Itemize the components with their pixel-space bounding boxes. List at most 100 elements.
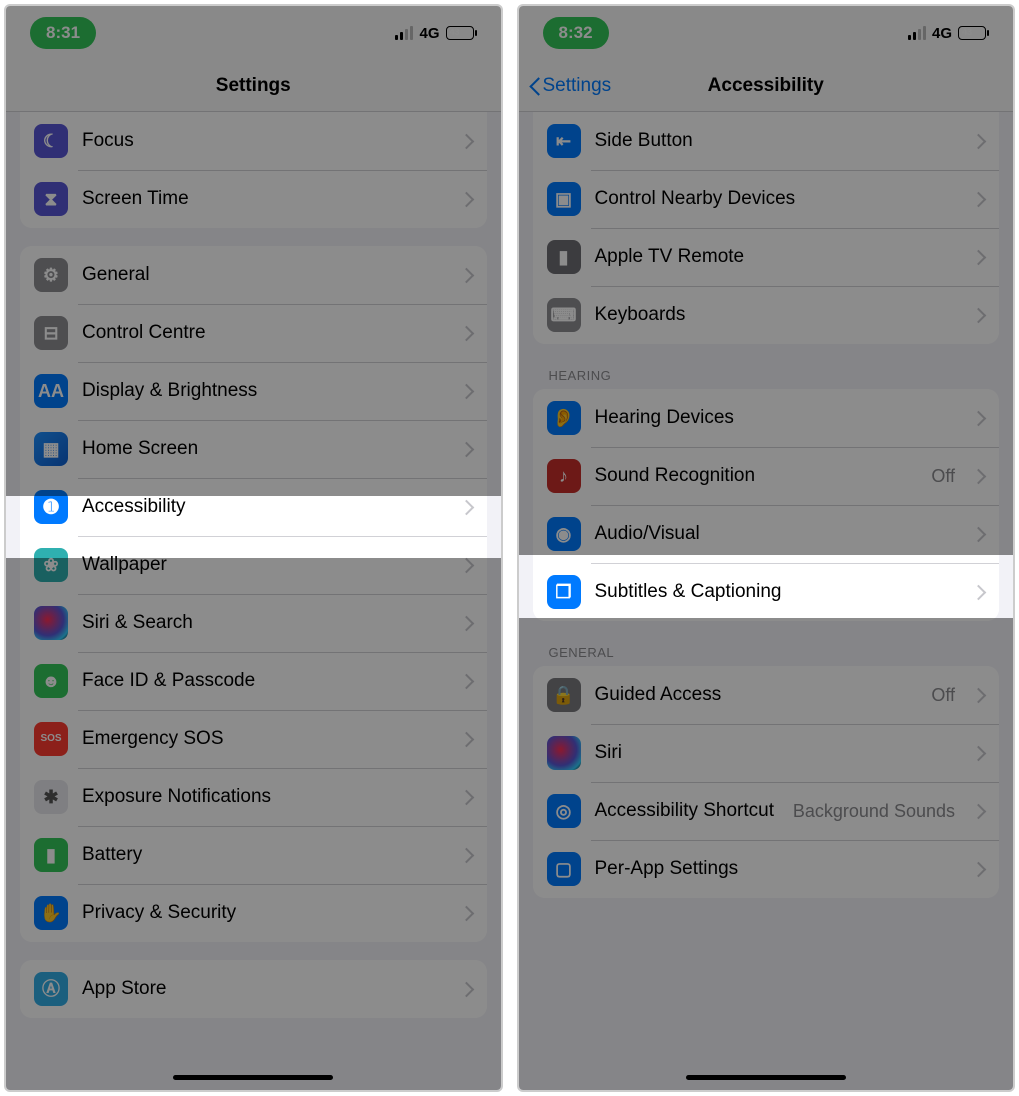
row-label: Exposure Notifications (82, 786, 447, 808)
sos-icon: SOS (34, 722, 68, 756)
physical-group: ⇤Side Button ▣ Control Nearby Devices ▮ Appl… (533, 112, 1000, 344)
row-focus[interactable]: ☾Focus (20, 112, 487, 170)
row-label: Privacy & Security (82, 902, 447, 924)
app-store-icon: Ⓐ (34, 972, 68, 1006)
row-label: Face ID & Passcode (82, 670, 447, 692)
chevron-right-icon (973, 307, 983, 323)
row-display[interactable]: AADisplay & Brightness (20, 362, 487, 420)
siri-icon (34, 606, 68, 640)
row-label: Hearing Devices (595, 407, 960, 429)
phone-right: 8:32 4G 43 Settings Accessibility ⇤Side … (517, 4, 1016, 1092)
chevron-right-icon (973, 191, 983, 207)
chevron-right-icon (973, 410, 983, 426)
settings-group-1: ☾Focus⧗Screen Time (20, 112, 487, 228)
row-faceid[interactable]: ☻ Face ID & Passcode (20, 652, 487, 710)
row-label: Audio/Visual (595, 523, 960, 545)
row-subtitles[interactable]: ❐ Subtitles & Captioning (533, 563, 1000, 621)
row-guided-access[interactable]: 🔒Guided AccessOff (533, 666, 1000, 724)
row-label: Accessibility Shortcut (595, 800, 779, 822)
row-sound-recog[interactable]: ♪Sound RecognitionOff (533, 447, 1000, 505)
chevron-right-icon (461, 981, 471, 997)
hearing-header: HEARING (549, 368, 984, 383)
settings-list[interactable]: ☾Focus⧗Screen Time ⚙General⊟Control Cent… (6, 112, 501, 1090)
a11y-shortcut-icon: ◎ (547, 794, 581, 828)
row-label: Apple TV Remote (595, 246, 960, 268)
screen-time-icon: ⧗ (34, 182, 68, 216)
general-header: GENERAL (549, 645, 984, 660)
row-label: Side Button (595, 130, 960, 152)
row-detail: Off (931, 685, 955, 706)
privacy-icon: ✋ (34, 896, 68, 930)
row-detail: Off (931, 466, 955, 487)
chevron-right-icon (973, 745, 983, 761)
control-nearby-icon: ▣ (547, 182, 581, 216)
row-sos[interactable]: SOSEmergency SOS (20, 710, 487, 768)
row-wallpaper[interactable]: ❀Wallpaper (20, 536, 487, 594)
row-side-button[interactable]: ⇤Side Button (533, 112, 1000, 170)
row-control-nearby[interactable]: ▣ Control Nearby Devices (533, 170, 1000, 228)
row-label: Siri & Search (82, 612, 447, 634)
row-control-centre[interactable]: ⊟Control Centre (20, 304, 487, 362)
general-group: 🔒Guided AccessOffSiri◎Accessibility Shor… (533, 666, 1000, 898)
row-battery[interactable]: ▮Battery (20, 826, 487, 884)
status-right: 4G 43 (908, 25, 989, 42)
chevron-right-icon (973, 249, 983, 265)
chevron-right-icon (461, 383, 471, 399)
row-screen-time[interactable]: ⧗Screen Time (20, 170, 487, 228)
phone-left: 8:31 4G 43 Settings ☾Focus⧗Screen Time ⚙… (4, 4, 503, 1092)
row-label: Keyboards (595, 304, 960, 326)
settings-group-3: Ⓐ App Store (20, 960, 487, 1018)
row-exposure[interactable]: ✱Exposure Notifications (20, 768, 487, 826)
back-label: Settings (543, 75, 612, 97)
row-home-screen[interactable]: ▦Home Screen (20, 420, 487, 478)
focus-icon: ☾ (34, 124, 68, 158)
page-title: Settings (216, 75, 291, 97)
row-privacy[interactable]: ✋ Privacy & Security (20, 884, 487, 942)
faceid-icon: ☻ (34, 664, 68, 698)
row-a11y-shortcut[interactable]: ◎ Accessibility Shortcut Background Sounds (533, 782, 1000, 840)
row-label: App Store (82, 978, 447, 1000)
per-app-icon: ▢ (547, 852, 581, 886)
row-label: Control Nearby Devices (595, 188, 960, 210)
nav-bar: Settings (6, 60, 501, 112)
apple-tv-icon: ▮ (547, 240, 581, 274)
status-right: 4G 43 (395, 25, 476, 42)
chevron-right-icon (973, 861, 983, 877)
home-indicator[interactable] (173, 1075, 333, 1080)
row-label: Accessibility (82, 496, 447, 518)
chevron-right-icon (461, 789, 471, 805)
row-label: Guided Access (595, 684, 918, 706)
status-time: 8:32 (543, 17, 609, 49)
row-app-store[interactable]: Ⓐ App Store (20, 960, 487, 1018)
row-detail: Background Sounds (793, 801, 955, 822)
row-label: General (82, 264, 447, 286)
audio-visual-icon: ◉ (547, 517, 581, 551)
row-accessibility[interactable]: ➊ Accessibility (20, 478, 487, 536)
hearing-group: 👂Hearing Devices♪Sound RecognitionOff ◉ Au… (533, 389, 1000, 621)
status-bar: 8:32 4G 43 (519, 6, 1014, 60)
row-per-app[interactable]: ▢Per-App Settings (533, 840, 1000, 898)
battery-icon: ▮ (34, 838, 68, 872)
back-button[interactable]: Settings (529, 75, 612, 97)
chevron-right-icon (461, 133, 471, 149)
chevron-right-icon (461, 267, 471, 283)
chevron-right-icon (461, 191, 471, 207)
row-audio-visual[interactable]: ◉ Audio/Visual (533, 505, 1000, 563)
row-siri[interactable]: Siri (533, 724, 1000, 782)
row-label: Control Centre (82, 322, 447, 344)
accessibility-icon: ➊ (34, 490, 68, 524)
row-siri[interactable]: Siri & Search (20, 594, 487, 652)
row-hearing-devices[interactable]: 👂Hearing Devices (533, 389, 1000, 447)
chevron-right-icon (973, 687, 983, 703)
battery-icon: 43 (958, 26, 989, 40)
chevron-right-icon (461, 847, 471, 863)
row-label: Subtitles & Captioning (595, 581, 960, 603)
row-keyboards[interactable]: ⌨Keyboards (533, 286, 1000, 344)
home-indicator[interactable] (686, 1075, 846, 1080)
subtitles-icon: ❐ (547, 575, 581, 609)
accessibility-list[interactable]: ⇤Side Button ▣ Control Nearby Devices ▮ Appl… (519, 112, 1014, 1090)
row-apple-tv[interactable]: ▮ Apple TV Remote (533, 228, 1000, 286)
page-title: Accessibility (708, 75, 824, 97)
chevron-right-icon (461, 731, 471, 747)
row-general[interactable]: ⚙General (20, 246, 487, 304)
